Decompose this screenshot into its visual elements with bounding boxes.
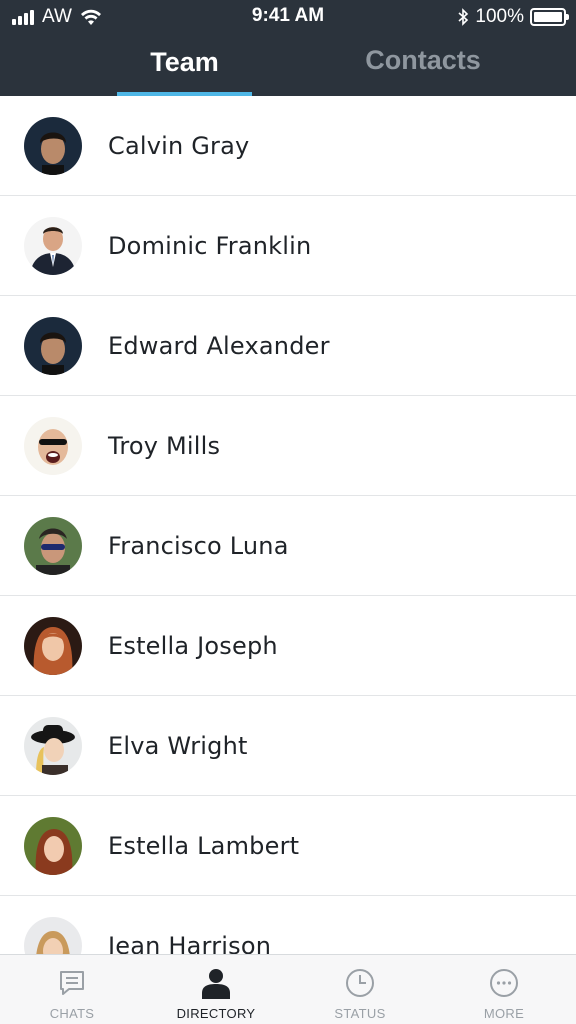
nav-chats[interactable]: CHATS xyxy=(0,955,144,1024)
chat-bubble-icon xyxy=(60,971,84,995)
contact-avatar xyxy=(24,717,82,775)
battery-percent: 100% xyxy=(475,6,524,27)
app-header: AW 9:41 AM 100% Team Contacts xyxy=(0,0,576,96)
tab-bar: Team Contacts xyxy=(0,34,576,96)
contact-name: Elva Wright xyxy=(108,732,248,760)
bottom-nav-bar: CHATS DIRECTORY STATUS MORE xyxy=(0,954,576,1024)
contact-avatar xyxy=(24,417,82,475)
contact-avatar xyxy=(24,617,82,675)
contact-name: Edward Alexander xyxy=(108,332,330,360)
contact-row[interactable]: Estella Joseph xyxy=(0,596,576,696)
contact-avatar xyxy=(24,117,82,175)
contact-name: Dominic Franklin xyxy=(108,232,312,260)
contact-name: Calvin Gray xyxy=(108,132,250,160)
contact-name: Francisco Luna xyxy=(108,532,289,560)
contact-row[interactable]: Estella Lambert xyxy=(0,796,576,896)
contact-avatar xyxy=(24,217,82,275)
contact-name: Troy Mills xyxy=(108,432,221,460)
clock-icon xyxy=(346,969,374,997)
bluetooth-icon xyxy=(458,8,469,26)
contact-list[interactable]: Calvin Gray Dominic Franklin Edward Alexan… xyxy=(0,96,576,954)
contact-name: Jean Harrison xyxy=(108,932,272,954)
more-dots-icon xyxy=(490,969,518,997)
contact-row[interactable]: Troy Mills xyxy=(0,396,576,496)
contact-name: Estella Lambert xyxy=(108,832,300,860)
contact-row[interactable]: Francisco Luna xyxy=(0,496,576,596)
contact-row[interactable]: Elva Wright xyxy=(0,696,576,796)
contact-avatar xyxy=(24,817,82,875)
contact-avatar xyxy=(24,317,82,375)
nav-more[interactable]: MORE xyxy=(432,955,576,1024)
contact-row[interactable]: Edward Alexander xyxy=(0,296,576,396)
nav-status-label: STATUS xyxy=(334,1006,386,1021)
nav-status[interactable]: STATUS xyxy=(288,955,432,1024)
contact-avatar xyxy=(24,917,82,954)
nav-chats-label: CHATS xyxy=(49,1006,95,1021)
person-icon xyxy=(202,969,230,999)
nav-more-label: MORE xyxy=(483,1006,525,1021)
battery-icon xyxy=(530,8,569,26)
contact-name: Estella Joseph xyxy=(108,632,278,660)
contact-row[interactable]: Dominic Franklin xyxy=(0,196,576,296)
contact-row[interactable]: Calvin Gray xyxy=(0,96,576,196)
nav-directory-label: DIRECTORY xyxy=(176,1006,256,1021)
status-bar: AW 9:41 AM 100% xyxy=(0,0,576,34)
tab-contacts[interactable]: Contacts xyxy=(352,34,494,96)
nav-directory[interactable]: DIRECTORY xyxy=(144,955,288,1024)
tab-team[interactable]: Team xyxy=(117,34,252,96)
contact-avatar xyxy=(24,517,82,575)
contact-row[interactable]: Jean Harrison xyxy=(0,896,576,954)
